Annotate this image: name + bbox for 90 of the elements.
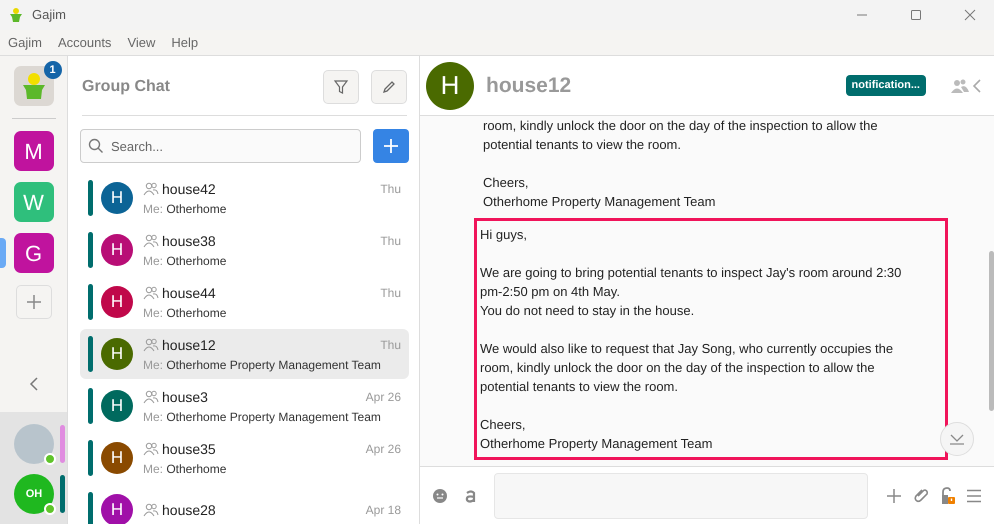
chat-preview: Me: Otherhome Property Management Team xyxy=(143,408,382,426)
chat-name: house28 xyxy=(162,500,217,520)
format-icon[interactable] xyxy=(464,488,478,502)
pencil-icon xyxy=(381,78,397,94)
chat-avatar: H xyxy=(101,182,133,214)
menu-icon[interactable] xyxy=(966,488,982,502)
chat-time: Thu xyxy=(380,285,401,302)
chat-list-item[interactable]: H house28 Apr 18 xyxy=(80,485,409,524)
group-icon xyxy=(143,286,159,300)
plus-icon xyxy=(383,138,399,154)
app-logo-icon xyxy=(8,7,24,23)
chat-avatar: H xyxy=(101,338,133,370)
chat-list-item[interactable]: H house3 Apr 26 Me: Otherhome Property Management Team xyxy=(80,381,409,431)
chat-list-item[interactable]: H house35 Apr 26 Me: Otherhome xyxy=(80,433,409,483)
collapse-icon[interactable] xyxy=(28,376,40,392)
group-icon xyxy=(143,182,159,196)
chat-preview: Me: Otherhome xyxy=(143,200,228,218)
message-input[interactable] xyxy=(494,472,868,518)
chat-avatar: H xyxy=(101,442,133,474)
group-icon xyxy=(143,442,159,456)
chat-name: house35 xyxy=(162,440,217,458)
plus-icon xyxy=(26,294,42,310)
group-icon xyxy=(143,390,159,404)
workspace-button[interactable]: M xyxy=(14,131,54,171)
unread-bar xyxy=(88,440,93,476)
chat-name: house44 xyxy=(162,284,217,302)
chat-name: house3 xyxy=(162,388,209,406)
menu-item[interactable]: Accounts xyxy=(58,32,112,52)
people-icon[interactable] xyxy=(950,78,970,94)
chat-preview: Me: Otherhome Property Management Team xyxy=(143,356,382,374)
chat-avatar: H xyxy=(426,62,474,110)
workspace-button[interactable]: G xyxy=(14,233,54,273)
unread-badge: 1 xyxy=(44,61,62,79)
chevron-left-icon[interactable] xyxy=(972,78,982,94)
chat-name: house38 xyxy=(162,232,217,250)
panel-title: Group Chat xyxy=(82,76,171,96)
unread-bar xyxy=(88,336,93,372)
message-text: room, kindly unlock the door on the day of the inspection to allow the potential tenants to view the room. Cheers, Otherhome Property Management Team xyxy=(482,117,879,211)
unread-bar xyxy=(88,180,93,216)
plus-icon[interactable] xyxy=(886,488,902,504)
chat-avatar: H xyxy=(101,390,133,422)
menu-item[interactable]: Gajim xyxy=(8,32,42,52)
filter-button[interactable] xyxy=(323,70,359,104)
group-icon xyxy=(143,503,159,517)
chat-title: house12 xyxy=(486,72,572,99)
chat-time: Apr 26 xyxy=(366,441,401,458)
scroll-down-button[interactable] xyxy=(940,422,974,456)
chat-preview: Me: Otherhome xyxy=(143,252,228,270)
chat-avatar: H xyxy=(101,494,133,524)
group-icon xyxy=(143,234,159,248)
chat-name: house12 xyxy=(162,336,217,354)
chat-list-item[interactable]: H house44 Thu Me: Otherhome xyxy=(80,277,409,327)
chat-time: Thu xyxy=(380,233,401,250)
chat-name: house42 xyxy=(162,180,217,198)
window-title: Gajim xyxy=(32,6,66,24)
unread-bar xyxy=(88,388,93,424)
chat-avatar: H xyxy=(101,234,133,266)
avatar-photo-placeholder[interactable] xyxy=(14,424,54,464)
logo-text: OH xyxy=(26,486,42,502)
chat-time: Thu xyxy=(380,181,401,198)
message-text: Hi guys, We are going to bring potential tenants to inspect Jay's room around 2:30 pm-2:50 pm on 4th May. You do not need to stay in the house. We would also like to request that Jay Song, who currently occupies the room, kindly unlock the door on the day of the inspection to allow the potential tenants to view the room. Cheers, Otherhome Property Management Team xyxy=(474,218,948,460)
group-icon xyxy=(143,338,159,352)
chat-list-item[interactable]: H house38 Thu Me: Otherhome xyxy=(80,225,409,275)
unread-bar xyxy=(88,232,93,268)
unread-bar xyxy=(88,284,93,320)
account-button[interactable] xyxy=(14,66,54,106)
menu-item[interactable]: Help xyxy=(171,32,198,52)
chat-time: Apr 26 xyxy=(366,389,401,406)
chat-list-item[interactable]: H house42 Thu Me: Otherhome xyxy=(80,173,409,223)
unread-bar xyxy=(88,492,93,524)
scroll-down-icon xyxy=(949,433,965,445)
add-chat-button[interactable] xyxy=(373,129,409,163)
add-workspace-button[interactable] xyxy=(16,285,52,319)
chat-preview: Me: Otherhome xyxy=(143,460,228,478)
notification-badge[interactable]: notification... xyxy=(846,75,926,96)
lock-icon[interactable] xyxy=(940,486,956,504)
search-field[interactable]: Search... xyxy=(80,129,361,163)
emoji-icon[interactable] xyxy=(432,488,448,504)
filter-icon xyxy=(333,78,349,94)
paperclip-icon[interactable] xyxy=(912,486,930,504)
chat-time: Thu xyxy=(380,337,401,354)
chat-time: Apr 18 xyxy=(366,502,401,519)
menu-item[interactable]: View xyxy=(127,32,156,52)
chat-list-item[interactable]: H house12 Thu Me: Otherhome Property Management Team xyxy=(80,329,409,379)
maximize-icon[interactable] xyxy=(910,9,922,21)
scrollbar[interactable] xyxy=(989,251,994,411)
close-icon[interactable] xyxy=(964,9,976,21)
edit-button[interactable] xyxy=(371,70,407,104)
chat-avatar: H xyxy=(101,286,133,318)
chat-preview: Me: Otherhome xyxy=(143,304,228,322)
